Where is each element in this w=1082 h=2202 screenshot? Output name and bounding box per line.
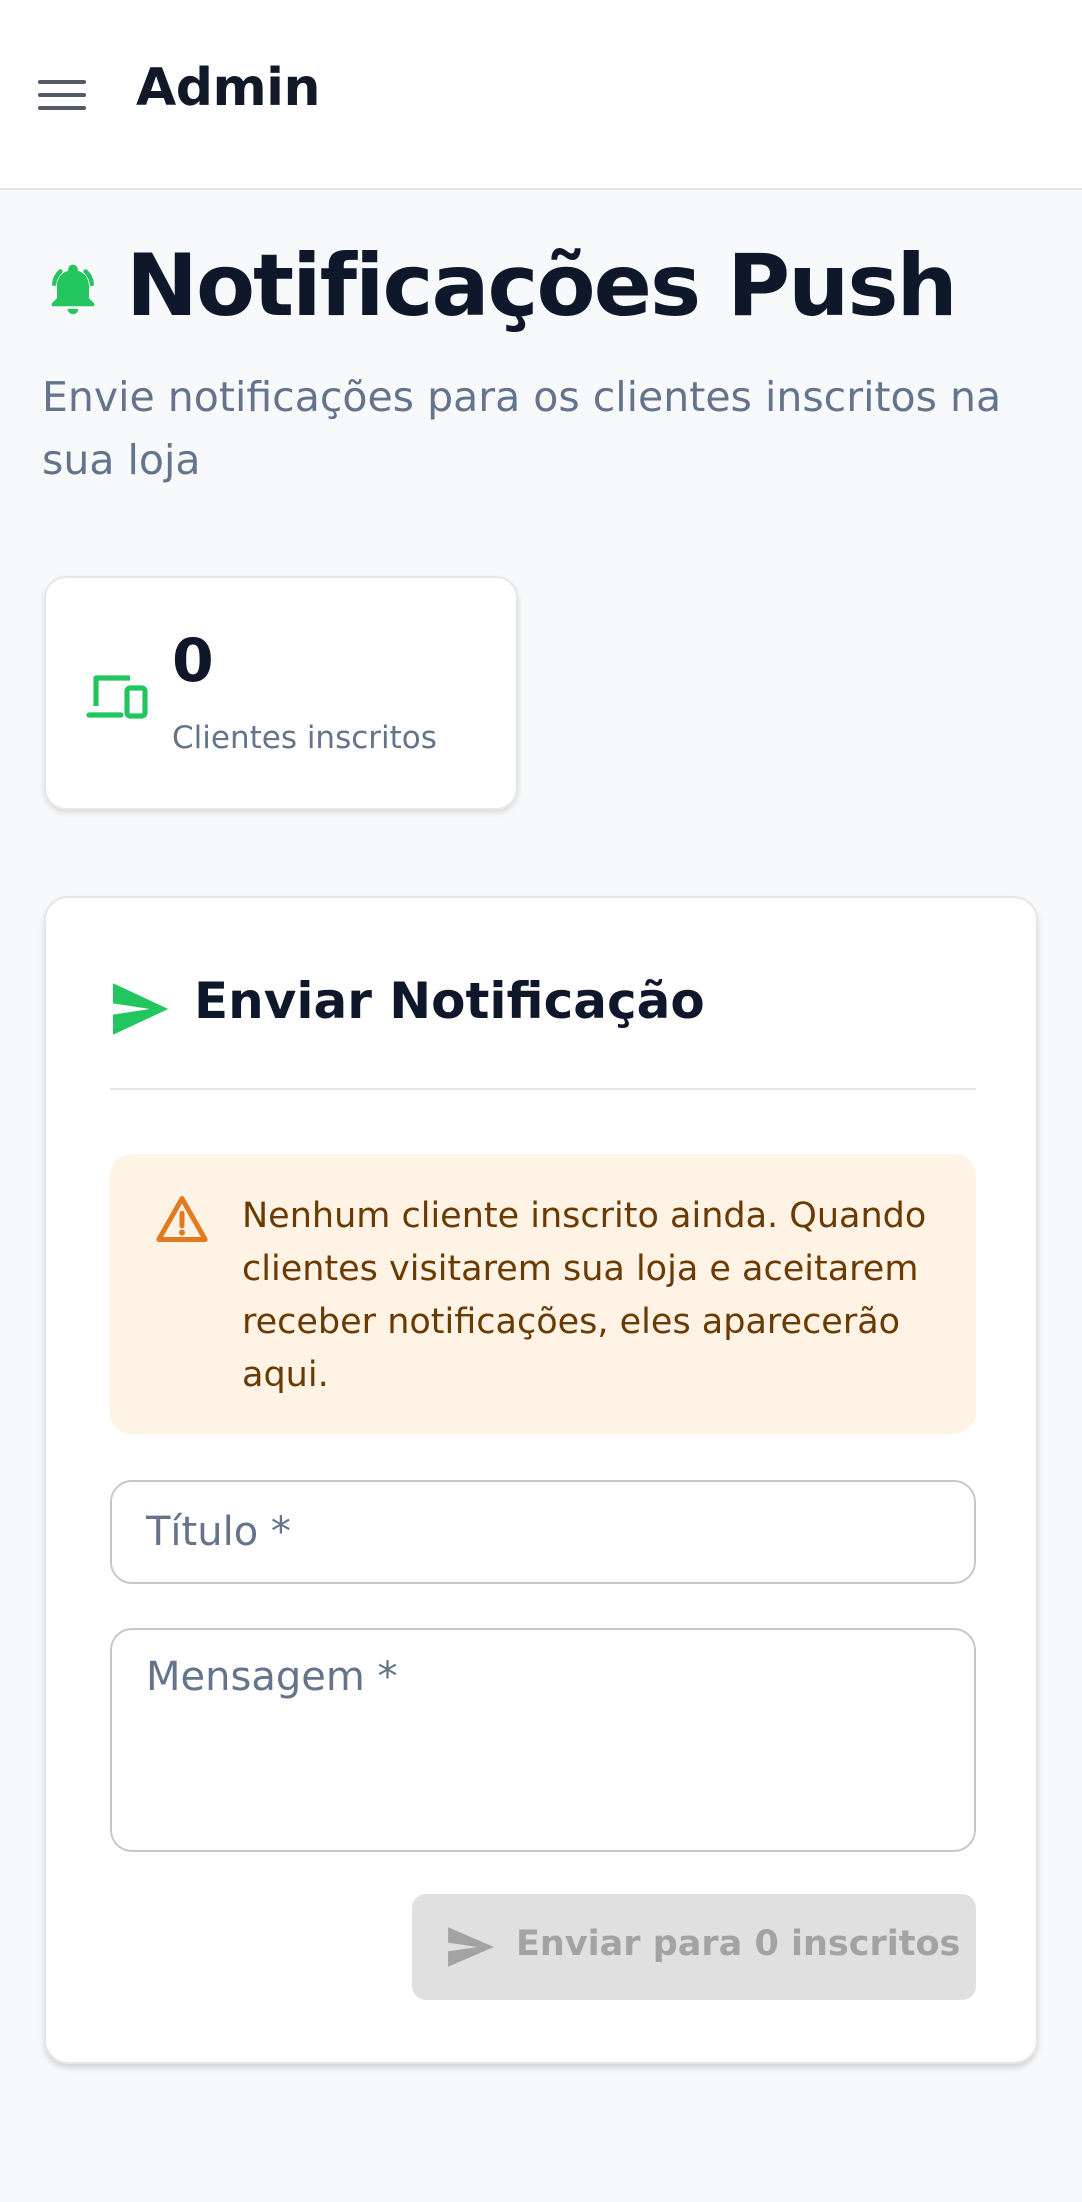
page-title: Notificações Push xyxy=(126,236,958,336)
send-icon xyxy=(448,1927,494,1967)
title-field[interactable] xyxy=(110,1480,976,1584)
send-notification-card: Enviar Notificação Nenhum cliente inscri… xyxy=(44,896,1038,2064)
divider xyxy=(110,1088,976,1090)
subscribers-count: 0 xyxy=(172,626,214,696)
send-icon xyxy=(113,983,169,1035)
send-button[interactable]: Enviar para 0 inscritos xyxy=(412,1894,976,2000)
app-bar: Admin xyxy=(0,0,1082,190)
alert-text: Nenhum cliente inscrito ainda. Quando cl… xyxy=(242,1196,927,1395)
menu-line xyxy=(38,106,86,110)
send-button-label: Enviar para 0 inscritos xyxy=(516,1924,961,1964)
no-subscribers-alert: Nenhum cliente inscrito ainda. Quando cl… xyxy=(110,1154,976,1434)
hamburger-menu-icon[interactable] xyxy=(30,70,96,120)
app-title: Admin xyxy=(136,58,321,118)
devices-icon xyxy=(86,675,148,719)
card-title: Enviar Notificação xyxy=(194,972,705,1030)
page-subtitle: Envie notificações para os clientes insc… xyxy=(42,373,1002,484)
message-input[interactable] xyxy=(112,1630,974,1850)
title-input[interactable] xyxy=(112,1482,974,1582)
subscribers-label: Clientes inscritos xyxy=(172,720,437,756)
menu-line xyxy=(38,93,86,97)
subscribers-stat-card: 0 Clientes inscritos xyxy=(44,576,518,810)
menu-line xyxy=(38,80,86,84)
warning-triangle-icon xyxy=(156,1196,208,1242)
bell-icon xyxy=(51,264,95,315)
message-field[interactable] xyxy=(110,1628,976,1852)
